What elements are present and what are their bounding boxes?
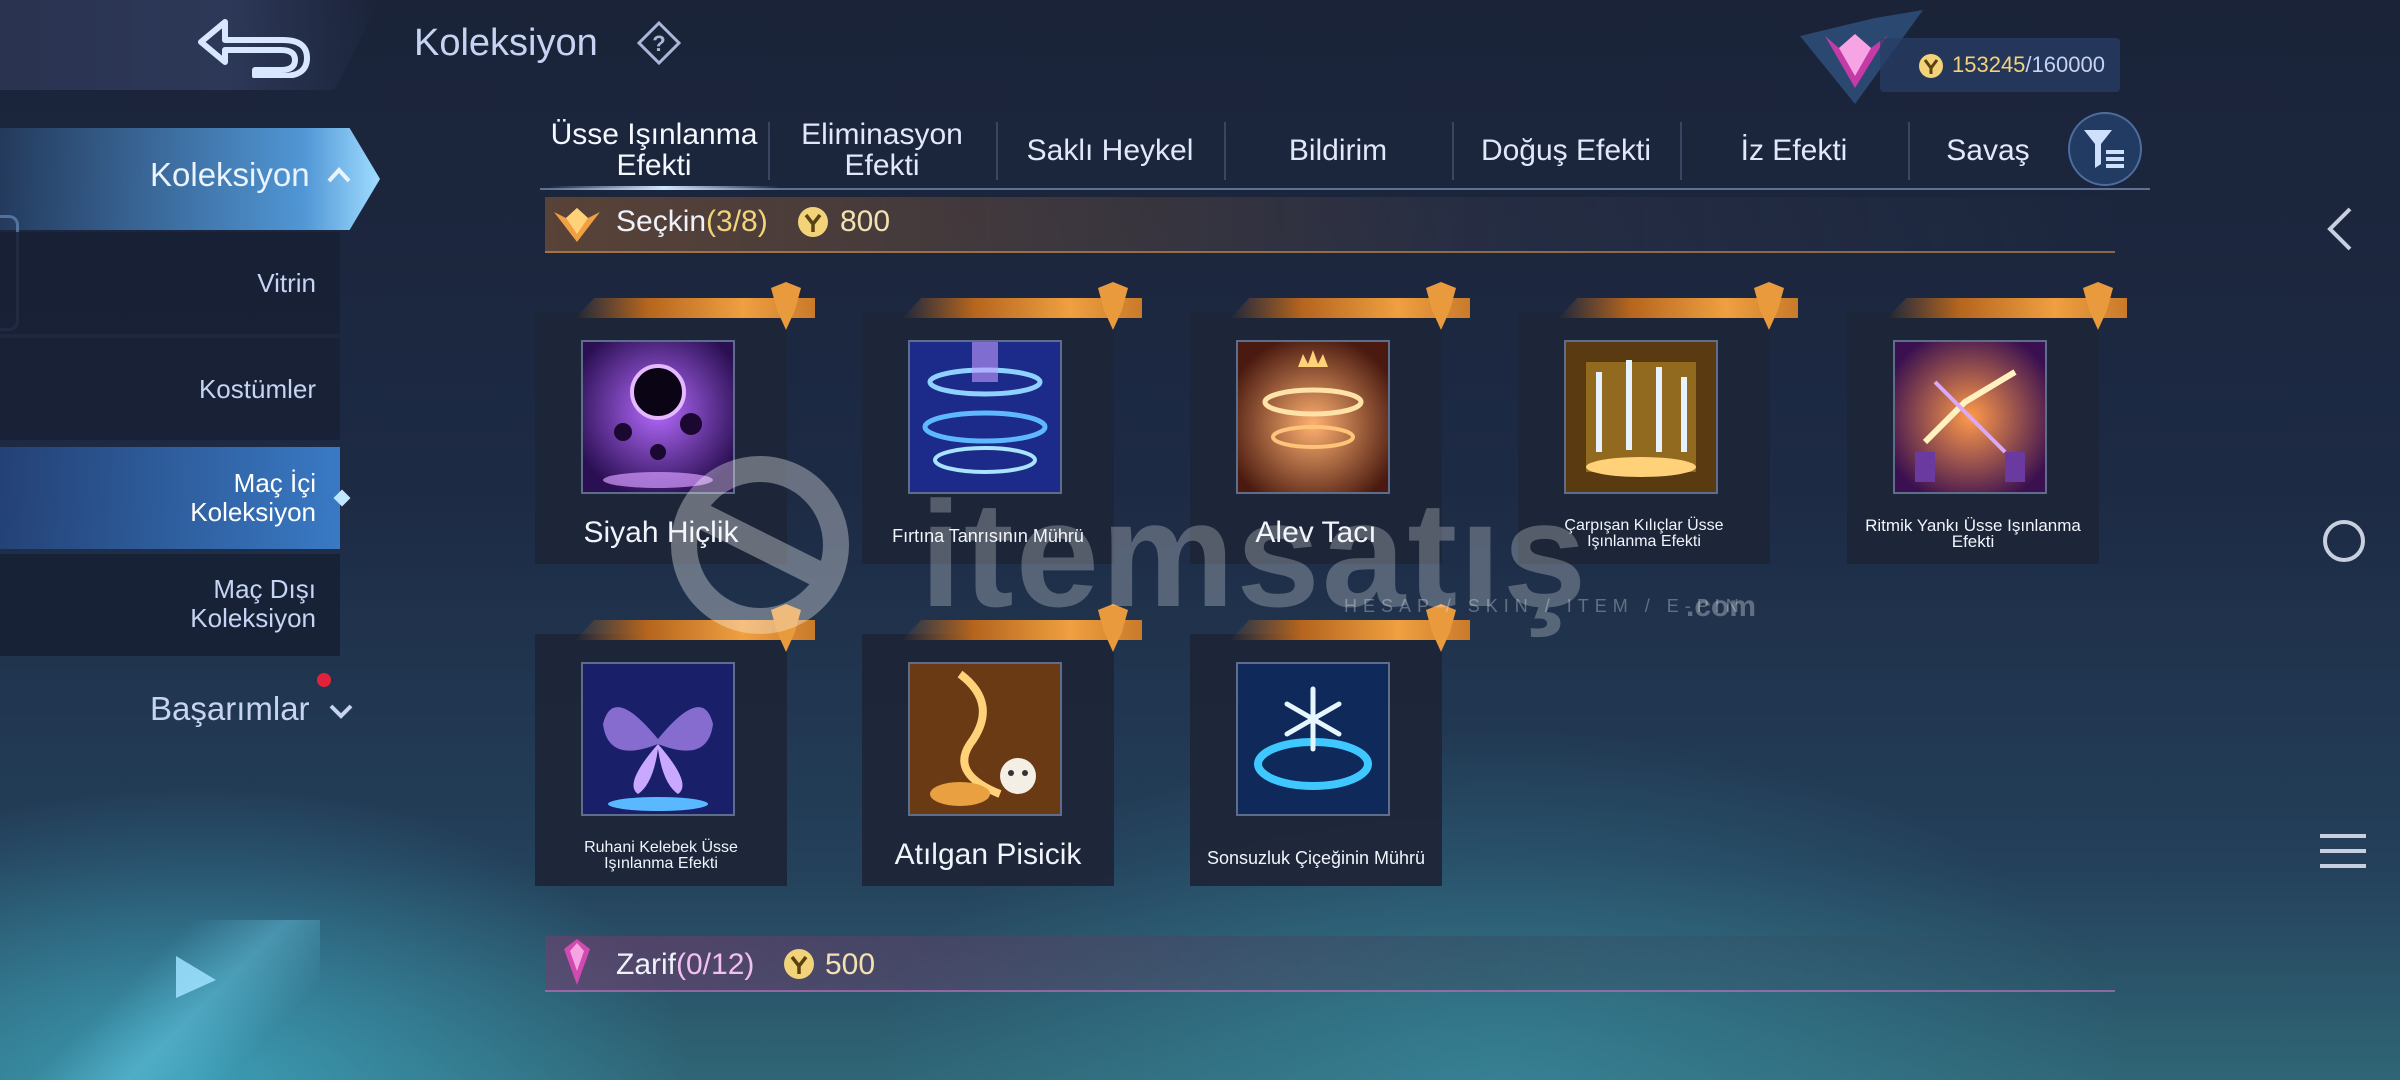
section-name: Seçkin	[616, 205, 707, 238]
tab-dogus-efekti[interactable]: Doğuş Efekti	[1452, 112, 1680, 188]
card-name: Atılgan Pisicik	[894, 838, 1082, 871]
watermark-suffix: .com	[1686, 590, 1757, 623]
card-name: Ritmik Yankı Üsse Işınlanma Efekti	[1865, 516, 2081, 551]
sidebar-item-label: Maç Dışı Koleksiyon	[190, 574, 316, 633]
play-icon[interactable]	[170, 952, 220, 1002]
section-cost: 800	[840, 205, 891, 238]
section-header-seckin	[545, 197, 2115, 253]
category-tabs: Üsse Işınlanma Efekti Eliminasyon Efekti…	[540, 112, 2150, 190]
card-art	[581, 662, 735, 816]
sidebar-achievements[interactable]: Başarımlar	[150, 690, 310, 728]
item-card[interactable]: Atılgan Pisicik	[862, 604, 1142, 886]
tier-seckin-icon	[554, 208, 600, 242]
tab-sakli-heykel[interactable]: Saklı Heykel	[996, 112, 1224, 188]
sidebar-item-label: Maç İçi Koleksiyon	[190, 468, 316, 527]
watermark-tagline: HESAP / SKIN / ITEM / E-PIN	[1344, 596, 1745, 616]
coin-icon	[1919, 54, 1943, 78]
ribbon-emblem-icon	[2083, 282, 2113, 330]
chevron-down-icon[interactable]	[328, 702, 354, 720]
card-art	[908, 662, 1062, 816]
tab-bildirim[interactable]: Bildirim	[1224, 112, 1452, 188]
chevron-up-icon	[327, 167, 351, 183]
sidebar-item-mac-ici-koleksiyon[interactable]: Maç İçi Koleksiyon	[0, 447, 340, 549]
system-menu-icon[interactable]	[2320, 832, 2366, 870]
tab-eliminasyon[interactable]: Eliminasyon Efekti	[768, 112, 996, 188]
notification-dot	[317, 673, 331, 687]
tier-zarif-icon	[564, 939, 590, 985]
page-title: Koleksiyon	[414, 22, 598, 64]
item-card[interactable]: Ritmik Yankı Üsse Işınlanma Efekti	[1847, 282, 2127, 564]
section-header-zarif	[545, 936, 2115, 992]
item-card[interactable]: Ruhani Kelebek Üsse Işınlanma Efekti	[535, 604, 815, 886]
card-art	[1893, 340, 2047, 494]
svg-text:?: ?	[652, 31, 665, 56]
back-button[interactable]	[0, 0, 380, 90]
section-name: Zarif	[616, 948, 676, 981]
system-back-icon[interactable]	[2320, 205, 2360, 253]
card-art	[1236, 662, 1390, 816]
section-count: (3/8)	[706, 205, 768, 238]
filter-button[interactable]	[2068, 112, 2142, 186]
coin-icon	[784, 949, 814, 979]
decor-glow	[0, 920, 320, 1080]
card-name: Ruhani Kelebek Üsse Işınlanma Efekti	[584, 839, 738, 872]
tab-iz-efekti[interactable]: İz Efekti	[1680, 112, 1908, 188]
item-card[interactable]: Sonsuzluk Çiçeğinin Mührü	[1190, 604, 1470, 886]
sidebar-item-mac-disi-koleksiyon[interactable]: Maç Dışı Koleksiyon	[0, 554, 340, 656]
sidebar-item-label: Kostümler	[198, 374, 316, 404]
card-name: Sonsuzluk Çiçeğinin Mührü	[1206, 848, 1426, 868]
coin-icon	[798, 207, 828, 237]
tab-savas[interactable]: Savaş	[1908, 112, 2068, 188]
tab-active-indicator	[548, 186, 780, 190]
back-arrow-icon[interactable]	[195, 14, 315, 78]
ribbon-emblem-icon	[1098, 282, 1128, 330]
system-home-icon[interactable]	[2323, 520, 2365, 562]
help-icon[interactable]: ?	[636, 20, 682, 66]
filter-icon	[2084, 130, 2124, 168]
section-count: (0/12)	[676, 948, 755, 981]
currency-value: 153245	[1952, 52, 2026, 77]
ribbon-emblem-icon	[771, 282, 801, 330]
sidebar-item-kostumler[interactable]: Kostümler	[0, 338, 340, 440]
sidebar-item-vitrin[interactable]: Vitrin	[0, 232, 340, 334]
section-cost: 500	[825, 948, 876, 981]
sidebar-item-label: Vitrin	[257, 268, 316, 298]
ribbon-emblem-icon	[1754, 282, 1784, 330]
tab-usse-isinlanma[interactable]: Üsse Işınlanma Efekti	[540, 112, 768, 188]
sidebar-main-label: Koleksiyon	[150, 156, 310, 193]
currency-counter: 153245/160000	[1952, 52, 2105, 78]
section-title: Zarif(0/12)	[616, 948, 754, 982]
currency-max: /160000	[2025, 52, 2105, 77]
section-title: Seçkin(3/8)	[616, 205, 768, 239]
ribbon-emblem-icon	[1426, 282, 1456, 330]
